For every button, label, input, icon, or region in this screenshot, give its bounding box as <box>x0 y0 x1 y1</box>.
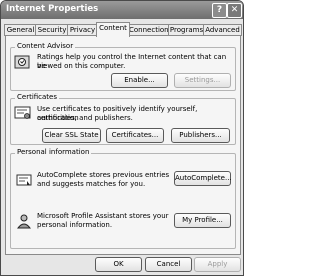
autocomplete-icon <box>16 174 32 186</box>
close-icon[interactable]: ✕ <box>227 3 242 18</box>
ok-button[interactable]: OK <box>95 257 142 272</box>
help-icon[interactable]: ? <box>212 3 227 18</box>
profile-icon <box>16 214 32 229</box>
content-advisor-text-2: viewed on this computer. <box>37 62 126 70</box>
certificates-text-2: authorities, and publishers. <box>37 114 133 122</box>
internet-properties-window: Internet Properties ? ✕ General Security… <box>0 0 244 276</box>
window-title: Internet Properties <box>6 4 99 14</box>
certificates-heading: Certificates <box>15 93 60 101</box>
content-advisor-icon <box>14 55 30 69</box>
content-advisor-heading: Content Advisor <box>15 42 76 50</box>
publishers-button[interactable]: Publishers... <box>171 128 230 143</box>
autocomplete-text-2: and suggests matches for you. <box>37 180 146 188</box>
certificate-icon <box>14 106 31 119</box>
content-tab-panel: Content Advisor Ratings help you control… <box>5 35 241 255</box>
cancel-button[interactable]: Cancel <box>145 257 192 272</box>
content-advisor-group: Content Advisor Ratings help you control… <box>10 42 236 91</box>
tab-content[interactable]: Content <box>96 22 130 37</box>
personal-information-heading: Personal information <box>15 148 92 156</box>
enable-button[interactable]: Enable... <box>111 73 168 88</box>
profile-text-2: personal information. <box>37 221 113 229</box>
clear-ssl-state-button[interactable]: Clear SSL State <box>42 128 101 143</box>
title-bar[interactable]: Internet Properties ? ✕ <box>1 1 243 19</box>
certificates-group: Certificates Use certificates to positiv… <box>10 93 236 145</box>
autocomplete-button[interactable]: AutoComplete... <box>174 171 232 186</box>
profile-text-1: Microsoft Profile Assistant stores your <box>37 212 169 220</box>
apply-button[interactable]: Apply <box>194 257 241 272</box>
personal-information-group: Personal information AutoComplete stores… <box>10 148 236 249</box>
certificates-button[interactable]: Certificates... <box>106 128 164 143</box>
settings-button[interactable]: Settings... <box>174 73 231 88</box>
my-profile-button[interactable]: My Profile... <box>174 213 231 228</box>
autocomplete-text-1: AutoComplete stores previous entries <box>37 171 170 179</box>
